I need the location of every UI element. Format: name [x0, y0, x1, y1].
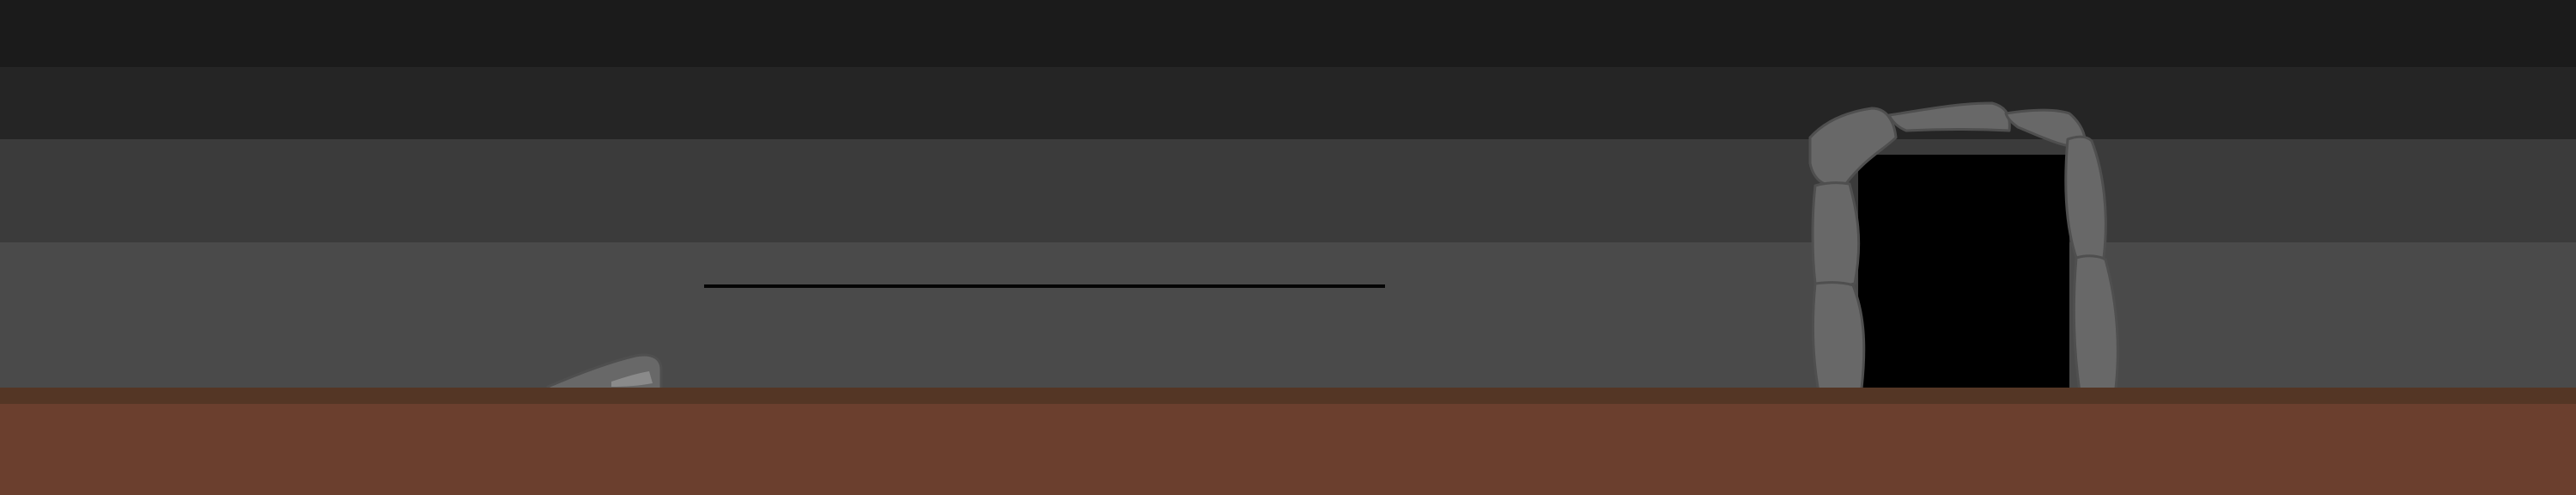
game-scene [0, 0, 2576, 495]
ground [0, 404, 2576, 495]
arch-stone-left-bottom [1811, 281, 1866, 396]
background-band-lower [0, 242, 2576, 388]
cave-entrance-icon [1808, 101, 2119, 398]
cave-interior [1858, 155, 2069, 398]
background-band-dark [0, 0, 2576, 67]
background-band-middle [0, 139, 2576, 242]
floating-rail-platform [704, 284, 1385, 288]
arch-stone-top-center [1887, 101, 2011, 132]
small-rock-icon [546, 353, 663, 390]
background-band-upper [0, 67, 2576, 139]
ground-edge [0, 388, 2576, 404]
arch-stone-right-bottom [2072, 254, 2119, 396]
arch-stone-right-middle [2064, 135, 2107, 263]
arch-stone-left-middle [1811, 181, 1861, 287]
